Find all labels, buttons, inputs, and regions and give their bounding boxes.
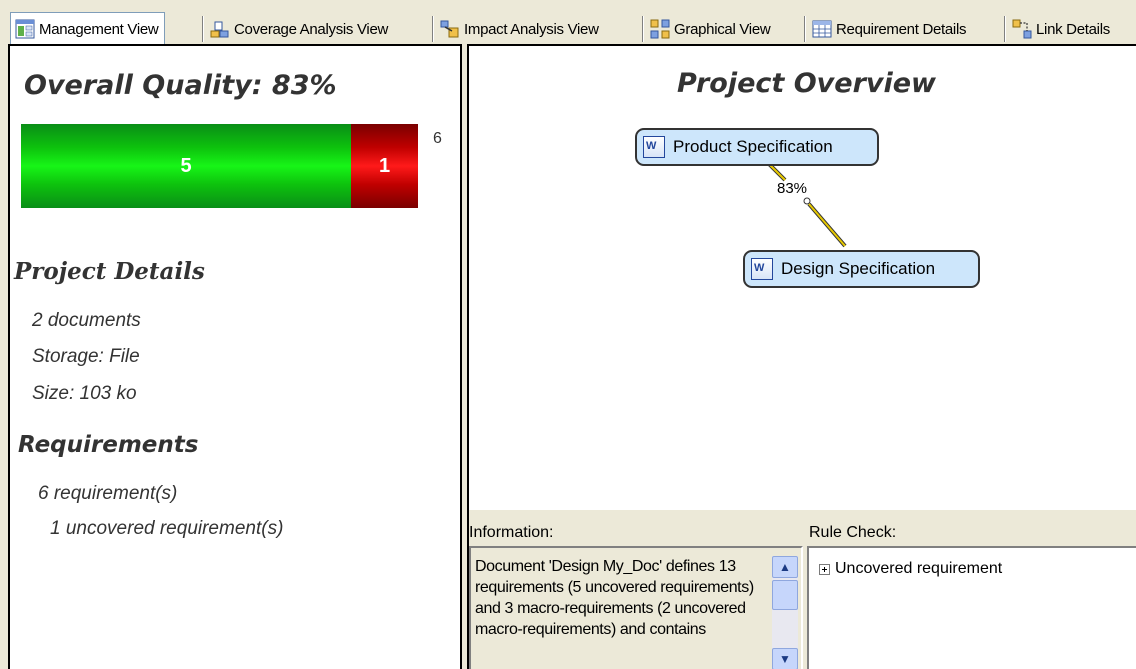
link-coverage-label: 83% bbox=[777, 180, 808, 197]
link-details-icon bbox=[1012, 19, 1032, 39]
project-size: Size: 103 ko bbox=[32, 383, 137, 404]
tab-impact-analysis-view[interactable]: Impact Analysis View bbox=[436, 14, 599, 44]
rule-check-label: Rule Check: bbox=[809, 524, 897, 541]
covered-count: 5 bbox=[180, 154, 192, 177]
tab-management-view[interactable]: Management View bbox=[10, 12, 166, 45]
project-details-heading: Project Details bbox=[14, 258, 205, 285]
uncovered-requirement-count: 1 uncovered requirement(s) bbox=[50, 518, 284, 539]
information-label: Information: bbox=[469, 524, 554, 541]
node-label: Design Specification bbox=[781, 259, 936, 278]
covered-requirements-bar: 5 bbox=[21, 124, 351, 208]
requirement-count: 6 requirement(s) bbox=[38, 483, 178, 504]
tab-separator bbox=[642, 16, 644, 42]
coverage-analysis-icon bbox=[210, 21, 229, 38]
node-product-specification[interactable]: W Product Specification bbox=[635, 128, 879, 166]
scroll-up-button[interactable]: ▲ bbox=[772, 556, 798, 578]
management-panel: Overall Quality: 83% 5 1 6 Project Detai… bbox=[8, 44, 462, 669]
tab-link-details[interactable]: Link Details bbox=[1008, 14, 1110, 44]
tab-separator bbox=[804, 16, 806, 42]
tab-label: Impact Analysis View bbox=[464, 20, 599, 38]
documents-count: 2 documents bbox=[32, 310, 141, 331]
node-design-specification[interactable]: W Design Specification bbox=[743, 250, 980, 288]
tab-separator bbox=[202, 16, 204, 42]
information-text: Document 'Design My_Doc' defines 13 requ… bbox=[475, 558, 754, 638]
app-window: Management View Coverage Analysis View I… bbox=[0, 0, 1136, 669]
rule-check-tree[interactable]: Uncovered requirement bbox=[807, 546, 1136, 669]
rule-uncovered-requirement[interactable]: Uncovered requirement bbox=[819, 560, 1002, 578]
view-tab-bar: Management View Coverage Analysis View I… bbox=[0, 0, 1136, 45]
details-area: Information: Rule Check: Document 'Desig… bbox=[467, 510, 1136, 669]
expand-icon[interactable] bbox=[819, 563, 830, 575]
information-box[interactable]: Document 'Design My_Doc' defines 13 requ… bbox=[469, 546, 803, 669]
scroll-down-button[interactable]: ▼ bbox=[772, 648, 798, 669]
rule-label: Uncovered requirement bbox=[835, 560, 1003, 577]
tab-separator bbox=[1004, 16, 1006, 42]
graphical-view-icon bbox=[650, 19, 670, 39]
tab-coverage-analysis-view[interactable]: Coverage Analysis View bbox=[206, 14, 388, 44]
tab-label: Requirement Details bbox=[836, 20, 967, 38]
impact-analysis-icon bbox=[440, 20, 459, 38]
management-view-icon bbox=[15, 19, 35, 39]
tab-graphical-view[interactable]: Graphical View bbox=[646, 14, 771, 44]
node-label: Product Specification bbox=[673, 137, 833, 156]
tab-label: Link Details bbox=[1036, 20, 1110, 38]
word-document-icon: W bbox=[751, 258, 773, 280]
information-scrollbar[interactable]: ▲ ▼ bbox=[772, 556, 798, 669]
storage-type: Storage: File bbox=[32, 346, 140, 367]
project-overview-panel: Project Overview 83% W Product Specifica… bbox=[467, 44, 1136, 510]
word-document-icon: W bbox=[643, 136, 665, 158]
overall-quality-title: Overall Quality: 83% bbox=[24, 70, 337, 101]
total-count: 6 bbox=[433, 130, 442, 147]
requirement-details-icon bbox=[812, 20, 832, 38]
uncovered-count: 1 bbox=[378, 154, 391, 177]
scroll-thumb[interactable] bbox=[772, 580, 798, 610]
tab-label: Coverage Analysis View bbox=[234, 20, 389, 38]
tab-separator bbox=[432, 16, 434, 42]
requirements-heading: Requirements bbox=[18, 432, 199, 458]
uncovered-requirements-bar: 1 bbox=[351, 124, 418, 208]
tab-requirement-details[interactable]: Requirement Details bbox=[808, 14, 967, 44]
tab-label: Management View bbox=[39, 20, 159, 38]
tab-label: Graphical View bbox=[674, 20, 771, 38]
